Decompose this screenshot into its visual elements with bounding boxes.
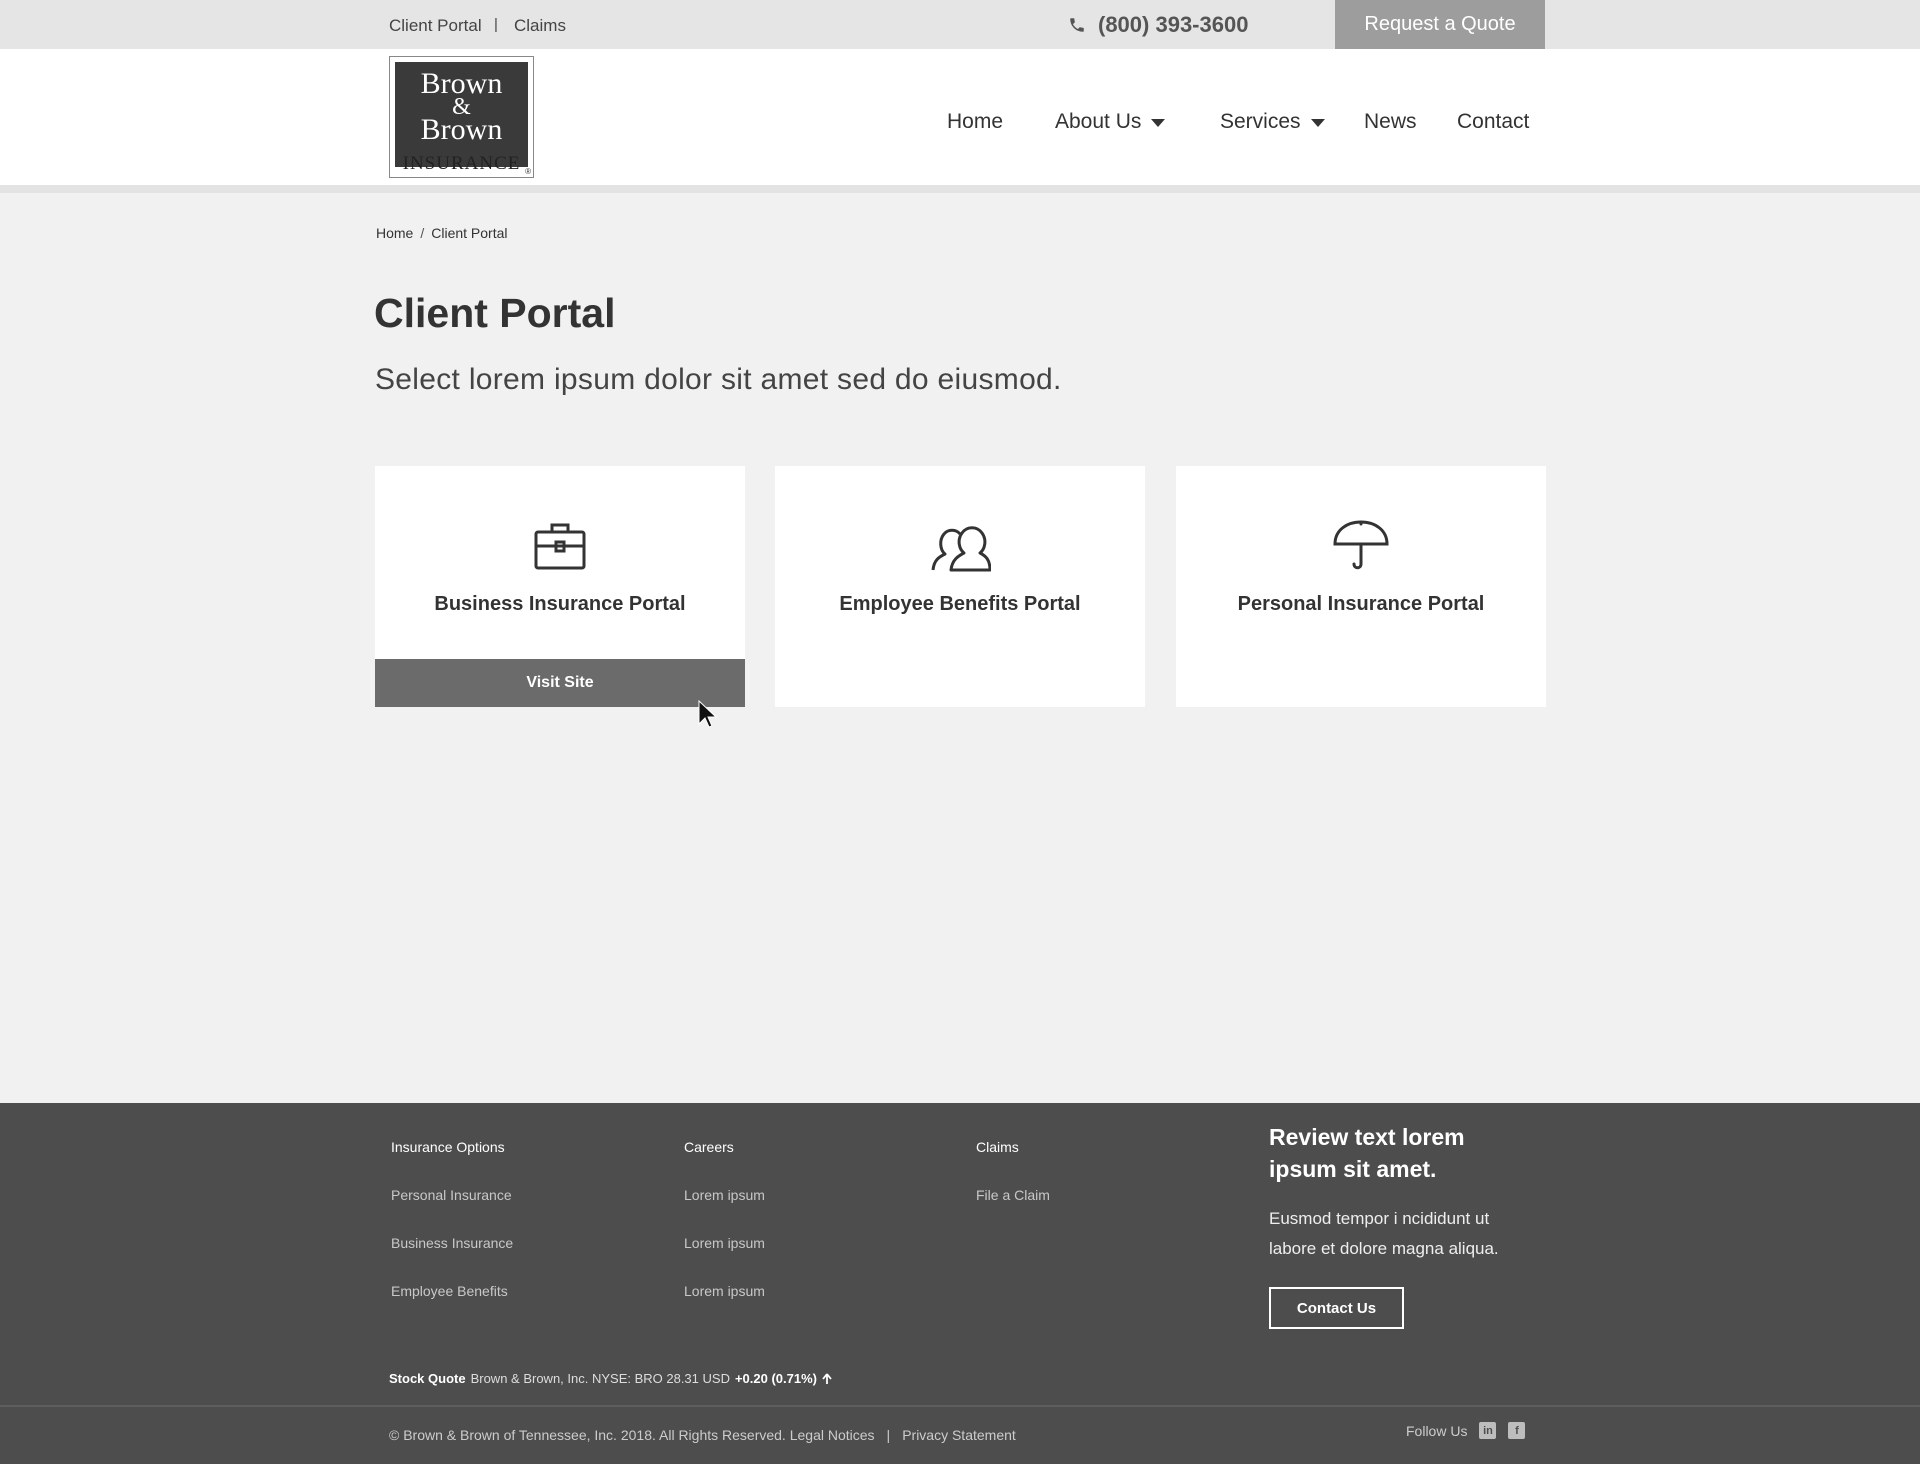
footer-link[interactable]: Personal Insurance	[391, 1187, 512, 1203]
breadcrumb: Home / Client Portal	[376, 225, 508, 241]
briefcase-icon	[534, 523, 586, 570]
people-icon	[931, 526, 991, 572]
review-text: Eusmod tempor i ncididunt ut labore et d…	[1269, 1209, 1499, 1258]
linkedin-icon[interactable]: in	[1479, 1422, 1497, 1439]
client-portal-link[interactable]: Client Portal	[389, 16, 482, 36]
footer-link[interactable]: Employee Benefits	[391, 1283, 508, 1299]
phone-icon	[1070, 18, 1084, 32]
chevron-down-icon	[1310, 119, 1325, 127]
brand-logo[interactable]: Brown & Brown INSURANCE ®	[389, 56, 534, 178]
nav-news[interactable]: News	[1364, 110, 1417, 134]
privacy-statement-link[interactable]: Privacy Statement	[902, 1427, 1016, 1443]
footer-heading-careers[interactable]: Careers	[684, 1139, 734, 1155]
follow-us: Follow Us in f	[1406, 1422, 1526, 1439]
visit-site-button[interactable]: Visit Site	[375, 659, 745, 707]
utility-separator: |	[494, 16, 498, 33]
card-title: Personal Insurance Portal	[1237, 593, 1485, 615]
footer-heading-claims[interactable]: Claims	[976, 1139, 1019, 1155]
review-title: Review text lorem ipsum sit amet.	[1269, 1124, 1465, 1182]
legal-notices-link[interactable]: Legal Notices	[790, 1427, 875, 1443]
footer-divider	[0, 1405, 1920, 1407]
copyright-bar: © Brown & Brown of Tennessee, Inc. 2018.…	[389, 1427, 1016, 1443]
chevron-down-icon	[1151, 119, 1166, 127]
nav-contact[interactable]: Contact	[1457, 110, 1529, 134]
footer-link[interactable]: File a Claim	[976, 1187, 1050, 1203]
nav-about-us[interactable]: About Us	[1055, 110, 1166, 134]
utility-bar: Client Portal | Claims (800) 393-3600 Re…	[0, 0, 1920, 49]
page-title: Client Portal	[374, 290, 616, 336]
header-shadow	[0, 185, 1920, 193]
facebook-icon[interactable]: f	[1508, 1422, 1526, 1439]
umbrella-icon	[1333, 520, 1389, 570]
claims-link[interactable]: Claims	[514, 16, 566, 36]
stock-change: +0.20 (0.71%)	[734, 1371, 817, 1386]
footer-heading-insurance[interactable]: Insurance Options	[391, 1139, 505, 1155]
page-subtitle: Select lorem ipsum dolor sit amet sed do…	[375, 363, 1062, 396]
breadcrumb-home[interactable]: Home	[376, 225, 413, 241]
breadcrumb-current: Client Portal	[431, 225, 508, 241]
contact-us-button[interactable]: Contact Us	[1269, 1287, 1404, 1329]
request-quote-button[interactable]: Request a Quote	[1335, 0, 1545, 49]
copyright-text: © Brown & Brown of Tennessee, Inc. 2018.…	[389, 1427, 875, 1443]
stock-label: Stock Quote	[389, 1371, 466, 1386]
card-title: Business Insurance Portal	[434, 593, 686, 615]
stock-text: Brown & Brown, Inc. NYSE: BRO 28.31 USD	[470, 1371, 730, 1386]
personal-insurance-card[interactable]	[1176, 466, 1546, 707]
stock-quote: Stock Quote Brown & Brown, Inc. NYSE: BR…	[389, 1371, 832, 1386]
footer-link[interactable]: Lorem ipsum	[684, 1187, 765, 1203]
phone-number: (800) 393-3600	[1098, 12, 1249, 37]
footer-link[interactable]: Lorem ipsum	[684, 1283, 765, 1299]
card-title: Employee Benefits Portal	[839, 593, 1081, 615]
nav-home[interactable]: Home	[947, 110, 1003, 134]
footer-link[interactable]: Business Insurance	[391, 1235, 513, 1251]
employee-benefits-card[interactable]	[775, 466, 1145, 707]
phone-link[interactable]: (800) 393-3600	[1068, 11, 1248, 39]
site-footer	[0, 1103, 1920, 1464]
footer-link[interactable]: Lorem ipsum	[684, 1235, 765, 1251]
nav-services[interactable]: Services	[1220, 110, 1325, 134]
mouse-cursor-icon	[698, 700, 718, 728]
arrow-up-icon	[822, 1372, 832, 1384]
